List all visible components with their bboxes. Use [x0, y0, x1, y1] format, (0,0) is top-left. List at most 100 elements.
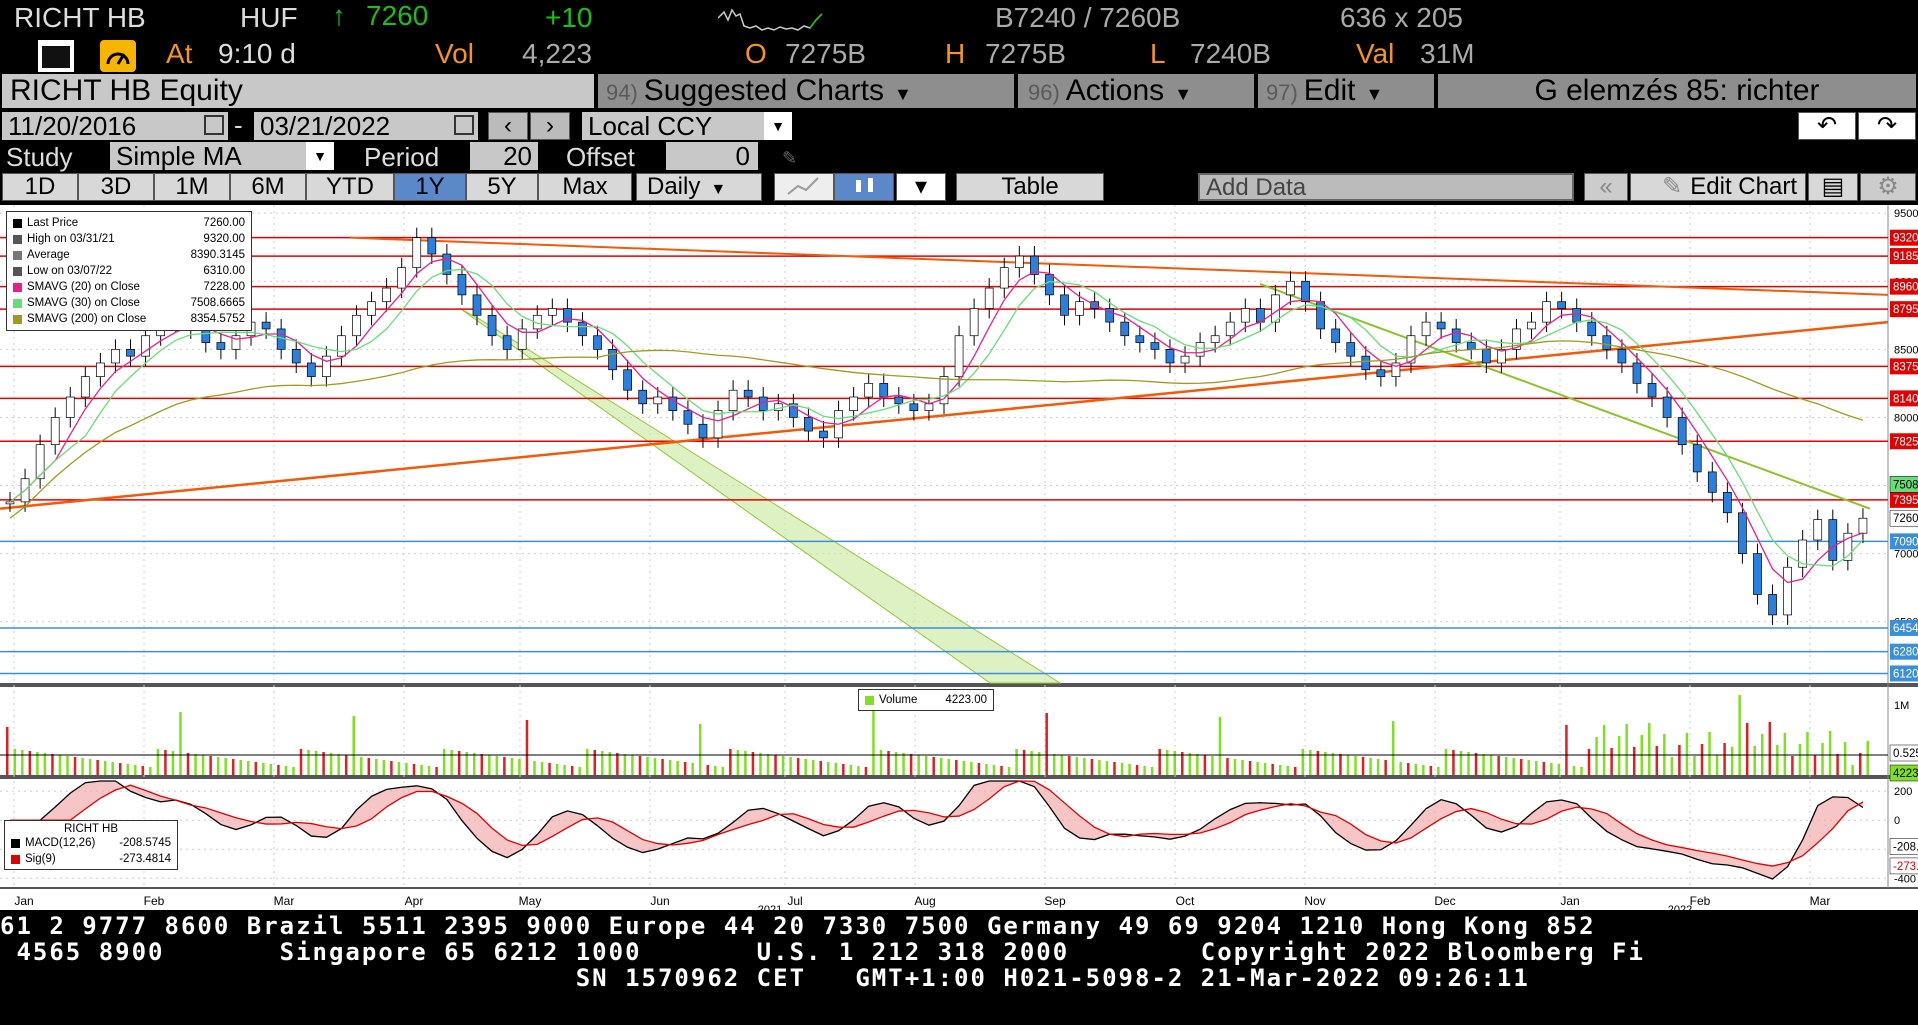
chevron-down-icon[interactable]: ▼ [764, 112, 792, 140]
candle [954, 335, 964, 377]
volume-bar [1444, 749, 1448, 775]
volume-bar [1806, 732, 1809, 775]
period-label: Period [364, 142, 440, 172]
next-period-button[interactable]: › [530, 112, 570, 140]
frequency-select[interactable]: Daily ▼ [636, 173, 762, 201]
candle [487, 314, 497, 337]
chevron-down-icon[interactable]: ▼ [306, 142, 334, 170]
calendar-icon[interactable] [204, 115, 224, 135]
prev-period-button[interactable]: ‹ [488, 112, 528, 140]
edit-menu[interactable]: 97) Edit ▼ [1258, 74, 1434, 108]
undo-button[interactable]: ↶ [1798, 112, 1856, 140]
up-arrow-icon: ↑ [332, 0, 346, 31]
start-date-field[interactable]: 11/20/2016 [2, 112, 228, 140]
chart-svg[interactable]: Jan Feb Mar Apr May Jun Jul Aug Sep Oct Nov Dec Jan F… [0, 205, 1918, 916]
candle [216, 342, 226, 350]
candle [1828, 519, 1838, 561]
speedometer-icon[interactable] [100, 40, 136, 72]
range-ytd-button[interactable]: YTD [306, 173, 394, 201]
volume-bar [947, 759, 951, 775]
candle [65, 396, 75, 418]
volume-bar [118, 763, 122, 775]
range-1y-button[interactable]: 1Y [394, 173, 466, 201]
candle-chart-icon[interactable] [834, 173, 894, 201]
footer-line-2: 4565 8900 Singapore 65 6212 1000 U.S. 1 … [0, 938, 1645, 966]
candle [1014, 255, 1024, 268]
candle [472, 294, 482, 316]
volume-bar [1632, 747, 1636, 775]
volume-bar [81, 758, 84, 775]
period-field[interactable]: 20 [470, 142, 538, 170]
actions-menu[interactable]: 96) Actions ▼ [1018, 74, 1254, 108]
candle [1527, 321, 1536, 330]
volume-bar [955, 760, 958, 775]
volume-bar [555, 764, 559, 775]
candle [1346, 342, 1356, 357]
candle [653, 396, 663, 405]
year-tick-label: 2022 [1668, 904, 1692, 910]
candle [1060, 294, 1069, 316]
volume-bar [1015, 749, 1018, 775]
suggested-charts-menu[interactable]: 94) Suggested Charts ▼ [598, 74, 1014, 108]
chart-settings-icon[interactable]: ▤ [1808, 173, 1858, 201]
right-label: 7508.6665 [1893, 479, 1918, 491]
volume-bar [872, 709, 875, 775]
volume-legend[interactable]: Volume 4223.00 [858, 689, 994, 711]
candle [80, 376, 90, 398]
price-legend[interactable]: Last Price 7260.00 High on 03/31/21 9320.00… [6, 211, 252, 331]
volume-bar [1527, 760, 1531, 775]
range-3d-button[interactable]: 3D [78, 173, 154, 201]
chart-title[interactable]: G elemzés 85: richter [1438, 74, 1916, 108]
gear-icon[interactable]: ⚙ [1860, 173, 1916, 201]
pencil-icon[interactable]: ✎ [782, 148, 812, 168]
range-1m-button[interactable]: 1M [154, 173, 230, 201]
range-1d-button[interactable]: 1D [2, 173, 78, 201]
chart-thumbnail-icon[interactable] [38, 40, 74, 72]
footer-line-1: 61 2 9777 8600 Brazil 5511 2395 9000 Eur… [0, 912, 1596, 940]
collapse-icon[interactable]: « [1584, 173, 1628, 201]
line-chart-icon[interactable] [774, 173, 834, 201]
redo-button[interactable]: ↷ [1858, 112, 1916, 140]
edit-chart-button[interactable]: ✎ Edit Chart [1630, 173, 1806, 201]
currency-mode-select[interactable]: Local CCY [582, 112, 792, 140]
range-6m-button[interactable]: 6M [230, 173, 306, 201]
macd-legend[interactable]: RICHT HB MACD(12,26) -208.5745 Sig(9) -273.… [4, 820, 178, 870]
chevron-down-icon: ▼ [893, 84, 912, 104]
calendar-icon[interactable] [454, 115, 474, 135]
add-data-field[interactable]: Add Data [1198, 173, 1574, 201]
volume-bar [450, 750, 453, 775]
price-legend-label: SMAVG (20) on Close [27, 281, 140, 293]
price-tick-label: 9500 [1894, 208, 1918, 220]
candle [804, 417, 813, 432]
volume-bar [1813, 755, 1817, 775]
offset-field[interactable]: 0 [666, 142, 758, 170]
end-date-field[interactable]: 03/21/2022 [254, 112, 478, 140]
edit-num: 97) [1266, 80, 1298, 105]
volume-bar [902, 753, 905, 775]
study-select[interactable]: Simple MA [110, 142, 334, 170]
security-field[interactable]: RICHT HB Equity [2, 74, 594, 108]
volume-bar [970, 762, 973, 775]
volume-bar [548, 763, 551, 775]
volume-bar [397, 762, 401, 775]
range-max-button[interactable]: Max [538, 173, 632, 201]
range-5y-button[interactable]: 5Y [466, 173, 538, 201]
chart-area[interactable]: Jan Feb Mar Apr May Jun Jul Aug Sep Oct Nov Dec Jan F… [0, 205, 1918, 916]
table-button[interactable]: Table [956, 173, 1104, 201]
volume-bar [1648, 723, 1651, 775]
volume-bar [977, 763, 981, 775]
volume-bar [337, 754, 340, 775]
month-tick-label: Mar [1810, 894, 1831, 908]
volume-bar [375, 759, 378, 775]
chart-type-dropdown[interactable]: ▾ [896, 173, 946, 201]
volume-bar [1407, 763, 1410, 775]
price-legend-value: 8354.5752 [190, 313, 245, 325]
price-legend-row: SMAVG (30) on Close 7508.6665 [13, 295, 245, 311]
candle [1195, 342, 1205, 357]
bid-ask-size: 636 x 205 [1340, 2, 1463, 33]
month-tick-label: Jul [787, 894, 802, 908]
volume-bar [811, 760, 815, 775]
level-label: 7825.00 [1893, 436, 1918, 448]
volume-bar [1339, 754, 1342, 775]
candle [1572, 308, 1582, 323]
